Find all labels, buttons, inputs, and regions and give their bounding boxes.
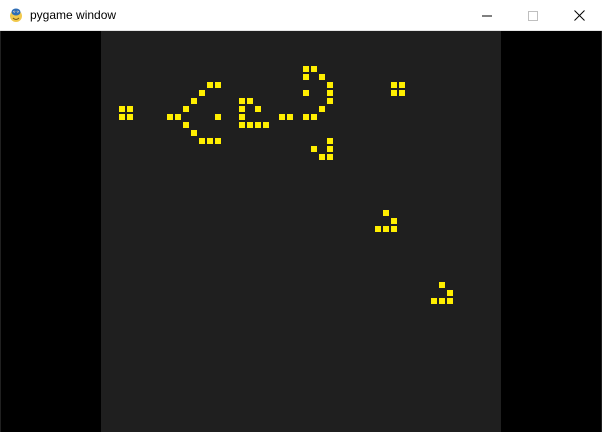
life-grid (119, 66, 453, 304)
live-cell (391, 218, 397, 224)
live-cell (391, 82, 397, 88)
live-cell (319, 74, 325, 80)
live-cell (383, 226, 389, 232)
pygame-snake-icon (8, 7, 24, 23)
live-cell (127, 114, 133, 120)
live-cell (399, 90, 405, 96)
live-cell (279, 114, 285, 120)
live-cell (439, 282, 445, 288)
live-cell (247, 98, 253, 104)
live-cell (431, 298, 437, 304)
live-cell (287, 114, 293, 120)
live-cell (127, 106, 133, 112)
live-cell (327, 138, 333, 144)
live-cell (439, 298, 445, 304)
live-cell (207, 82, 213, 88)
live-cell (327, 98, 333, 104)
maximize-icon (528, 10, 538, 21)
live-cell (215, 138, 221, 144)
live-cell (207, 138, 213, 144)
window-controls (464, 0, 602, 31)
live-cell (303, 114, 309, 120)
live-cell (447, 298, 453, 304)
live-cell (255, 106, 261, 112)
live-cell (239, 106, 245, 112)
game-client-area (0, 31, 602, 432)
live-cell (327, 90, 333, 96)
live-cell (447, 290, 453, 296)
live-cell (239, 98, 245, 104)
live-cell (215, 82, 221, 88)
minimize-icon (482, 15, 492, 16)
live-cell (327, 82, 333, 88)
live-cell (311, 146, 317, 152)
live-cell (319, 154, 325, 160)
live-cell (319, 106, 325, 112)
live-cell (263, 122, 269, 128)
live-cell (175, 114, 181, 120)
window-left-border (0, 31, 1, 432)
live-cell (255, 122, 261, 128)
live-cell (191, 98, 197, 104)
live-cell (183, 106, 189, 112)
maximize-button[interactable] (510, 0, 556, 31)
live-cell (167, 114, 173, 120)
live-cell (247, 122, 253, 128)
game-board[interactable] (101, 31, 501, 432)
live-cell (327, 146, 333, 152)
live-cell (215, 114, 221, 120)
live-cell (119, 114, 125, 120)
live-cell (391, 90, 397, 96)
close-button[interactable] (556, 0, 602, 31)
live-cell (303, 90, 309, 96)
live-cell (191, 130, 197, 136)
live-cell (327, 154, 333, 160)
pygame-window: pygame window (0, 0, 602, 432)
live-cell (303, 74, 309, 80)
live-cell (119, 106, 125, 112)
live-cell (303, 66, 309, 72)
live-cell (311, 66, 317, 72)
live-cell (311, 114, 317, 120)
live-cell (399, 82, 405, 88)
minimize-button[interactable] (464, 0, 510, 31)
title-bar[interactable]: pygame window (0, 0, 602, 31)
live-cell (199, 138, 205, 144)
close-icon (573, 10, 585, 21)
live-cell (183, 122, 189, 128)
window-title: pygame window (30, 8, 117, 22)
live-cell (391, 226, 397, 232)
live-cell (375, 226, 381, 232)
live-cell (239, 122, 245, 128)
live-cell (383, 210, 389, 216)
live-cell (199, 90, 205, 96)
live-cell (239, 114, 245, 120)
